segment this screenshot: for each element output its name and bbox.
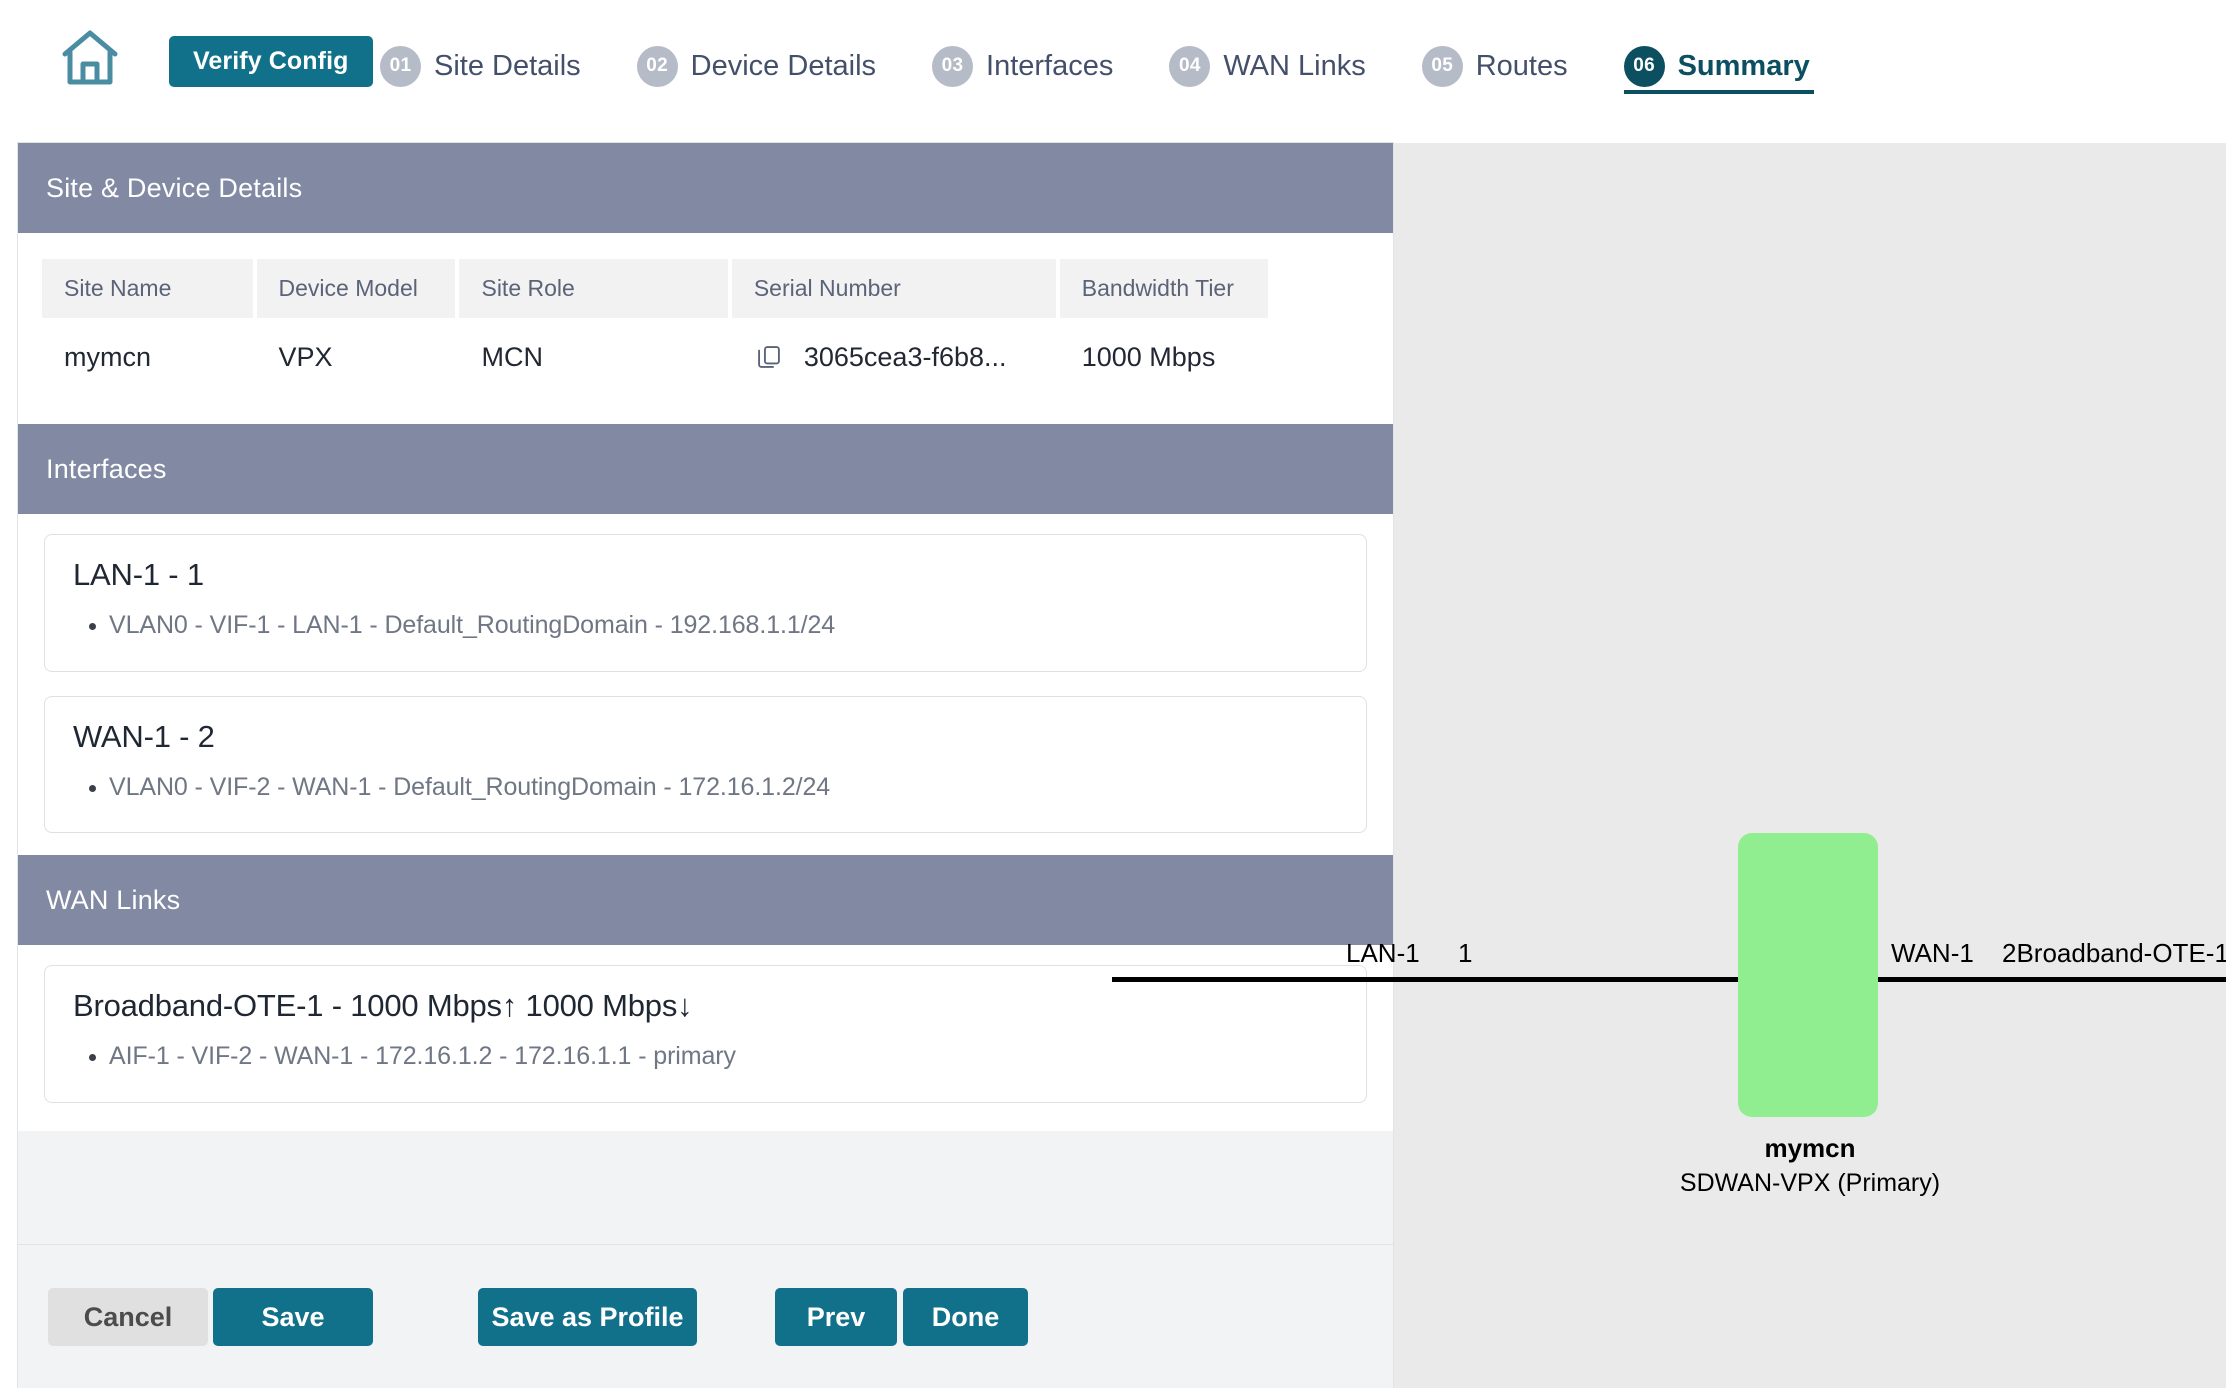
wizard-nav-bar: Verify Config 01 Site Details 02 Device … [0, 0, 2226, 132]
wizard-step-interfaces[interactable]: 03 Interfaces [932, 18, 1113, 108]
serial-number-value: 3065cea3-f6b8... [803, 341, 1007, 372]
section-title: Site & Device Details [46, 172, 303, 203]
step-label: Interfaces [986, 49, 1114, 82]
step-number-badge: 03 [932, 45, 974, 87]
cancel-button[interactable]: Cancel [48, 1288, 208, 1346]
step-number-badge: 05 [1421, 45, 1463, 87]
interface-name: WAN-1 - 2 [73, 718, 215, 754]
step-number-badge: 06 [1623, 45, 1665, 87]
prev-button[interactable]: Prev [775, 1288, 897, 1346]
wan-link-number: 2Broadband-OTE-1 [2002, 938, 2226, 968]
wan-link-detail-list: AIF-1 - VIF-2 - WAN-1 - 172.16.1.2 - 172… [73, 1038, 1338, 1076]
column-header-bandwidth-tier: Bandwidth Tier [1059, 259, 1268, 318]
table-header-row: Site Name Device Model Site Role Serial … [42, 259, 1268, 318]
cell-serial-number: 3065cea3-f6b8... [731, 318, 1056, 396]
cell-bandwidth-tier: 1000 Mbps [1059, 318, 1268, 396]
topology-diagram[interactable]: LAN-1 1 WAN-1 2Broadband-OTE-1 mymcn SDW… [1112, 143, 2226, 1388]
home-icon[interactable] [58, 26, 122, 90]
list-item: AIF-1 - VIF-2 - WAN-1 - 172.16.1.2 - 172… [109, 1038, 1338, 1076]
copy-icon[interactable] [754, 342, 784, 372]
step-label: Device Details [690, 49, 877, 82]
wizard-steps: 01 Site Details 02 Device Details 03 Int… [380, 18, 1814, 108]
section-title: Interfaces [46, 453, 167, 484]
interface-name: LAN-1 - 1 [73, 557, 204, 592]
lan-link-number: 1 [1458, 938, 1473, 968]
step-number-badge: 02 [636, 45, 678, 87]
wan-link-name: Broadband-OTE-1 - 1000 Mbps↑ 1000 Mbps↓ [73, 988, 693, 1023]
wizard-step-device-details[interactable]: 02 Device Details [636, 18, 877, 108]
list-item: VLAN0 - VIF-1 - LAN-1 - Default_RoutingD… [109, 607, 1338, 645]
verify-config-button[interactable]: Verify Config [169, 36, 373, 87]
step-label: Routes [1475, 49, 1568, 82]
column-header-serial-number: Serial Number [731, 259, 1056, 318]
table-row: mymcn VPX MCN 3065cea3-f6b8... 1000 Mbps [42, 318, 1268, 396]
interface-detail-list: VLAN0 - VIF-2 - WAN-1 - Default_RoutingD… [73, 769, 1338, 807]
wan-link-card-broadband-ote-1[interactable]: Broadband-OTE-1 - 1000 Mbps↑ 1000 Mbps↓ … [44, 965, 1367, 1103]
wan-link-line [1874, 977, 2226, 982]
section-header-site-device: Site & Device Details [18, 143, 1393, 233]
site-device-table: Site Name Device Model Site Role Serial … [38, 259, 1272, 396]
column-header-device-model: Device Model [256, 259, 456, 318]
device-node[interactable] [1738, 833, 1878, 1117]
wizard-step-wan-links[interactable]: 04 WAN Links [1169, 18, 1366, 108]
section-body-wan-links: Broadband-OTE-1 - 1000 Mbps↑ 1000 Mbps↓ … [18, 945, 1393, 1131]
wizard-step-site-details[interactable]: 01 Site Details [380, 18, 581, 108]
list-item: VLAN0 - VIF-2 - WAN-1 - Default_RoutingD… [109, 769, 1338, 807]
lan-link-label: LAN-1 [1346, 938, 1420, 968]
save-as-profile-button[interactable]: Save as Profile [478, 1288, 697, 1346]
topology-panel: LAN-1 1 WAN-1 2Broadband-OTE-1 mymcn SDW… [1112, 143, 2226, 1388]
active-step-underline [1623, 90, 1814, 94]
interface-detail-list: VLAN0 - VIF-1 - LAN-1 - Default_RoutingD… [73, 607, 1338, 645]
done-button[interactable]: Done [903, 1288, 1028, 1346]
save-button[interactable]: Save [213, 1288, 373, 1346]
summary-page: Verify Config 01 Site Details 02 Device … [0, 0, 2226, 1388]
wizard-step-routes[interactable]: 05 Routes [1421, 18, 1568, 108]
summary-left-panel: Site & Device Details Site Name Device M… [18, 143, 1393, 1388]
section-title: WAN Links [46, 884, 181, 915]
section-body-site-device: Site Name Device Model Site Role Serial … [18, 233, 1393, 424]
step-label: WAN Links [1223, 49, 1366, 82]
summary-scroll-area[interactable]: Site & Device Details Site Name Device M… [18, 143, 1393, 1244]
cell-site-role: MCN [459, 318, 728, 396]
section-header-wan-links: WAN Links [18, 855, 1393, 945]
section-body-interfaces: LAN-1 - 1 VLAN0 - VIF-1 - LAN-1 - Defaul… [18, 514, 1393, 855]
cell-device-model: VPX [256, 318, 456, 396]
step-number-badge: 04 [1169, 45, 1211, 87]
device-node-name: mymcn [1764, 1133, 1856, 1163]
step-label: Site Details [434, 49, 581, 82]
interface-card-lan-1[interactable]: LAN-1 - 1 VLAN0 - VIF-1 - LAN-1 - Defaul… [44, 534, 1367, 672]
wan-link-label: WAN-1 [1891, 938, 1974, 968]
lan-link-line [1112, 977, 1742, 982]
column-header-site-name: Site Name [42, 259, 253, 318]
interface-card-wan-1[interactable]: WAN-1 - 2 VLAN0 - VIF-2 - WAN-1 - Defaul… [44, 695, 1367, 833]
step-number-badge: 01 [380, 45, 421, 87]
section-header-interfaces: Interfaces [18, 424, 1393, 514]
column-header-site-role: Site Role [459, 259, 728, 318]
device-node-subtitle: SDWAN-VPX (Primary) [1679, 1169, 1941, 1197]
wizard-step-summary[interactable]: 06 Summary [1623, 18, 1814, 108]
step-label: Summary [1677, 49, 1810, 82]
cell-site-name: mymcn [42, 318, 253, 396]
action-footer: Cancel Save Save as Profile Prev Done [18, 1244, 1393, 1388]
